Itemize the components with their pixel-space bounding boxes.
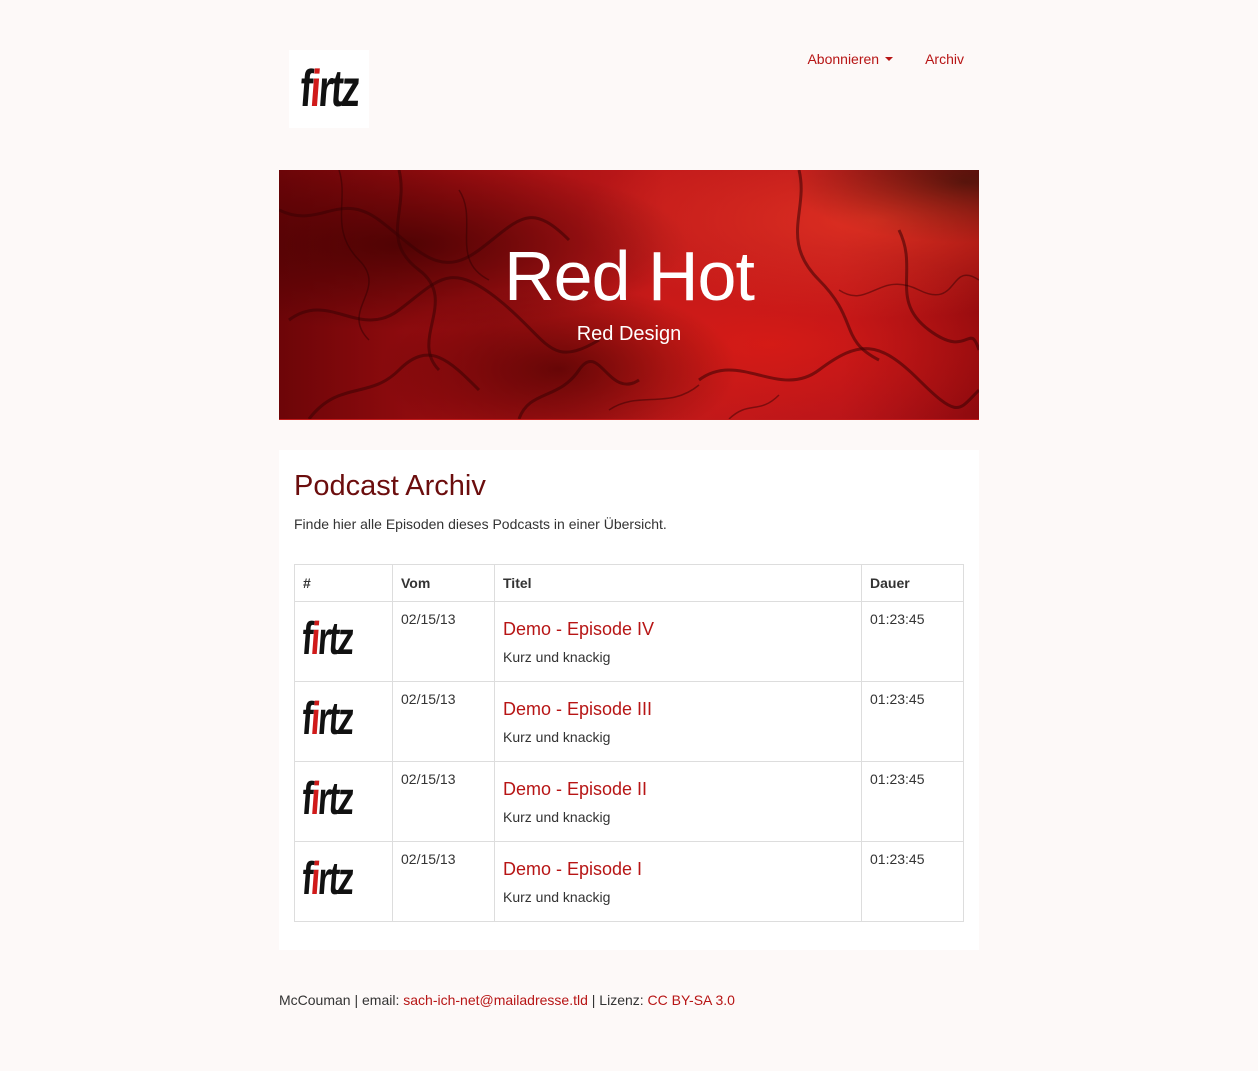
episode-info: Demo - Episode II Kurz und knackig <box>494 761 862 842</box>
hero-title: Red Hot <box>504 237 755 315</box>
footer-license-link[interactable]: CC BY-SA 3.0 <box>648 992 735 1008</box>
page-title: Podcast Archiv <box>294 470 486 502</box>
site-footer: McCouman | email: sach-ich-net@mailadres… <box>279 992 735 1008</box>
episode-subtitle: Kurz und knackig <box>503 729 611 745</box>
episode-subtitle: Kurz und knackig <box>503 649 611 665</box>
footer-email-link[interactable]: sach-ich-net@mailadresse.tld <box>403 992 588 1008</box>
episode-cover[interactable]: firtz <box>294 761 393 842</box>
caret-down-icon <box>885 57 894 61</box>
page-lead: Finde hier alle Episoden dieses Podcasts… <box>294 516 667 532</box>
episode-duration: 01:23:45 <box>861 761 964 842</box>
episode-cover[interactable]: firtz <box>294 841 393 922</box>
episode-title-link[interactable]: Demo - Episode III <box>503 699 853 720</box>
episode-subtitle: Kurz und knackig <box>503 809 611 825</box>
episode-table: # Vom Titel Dauer firtz 02/15/13 Demo - … <box>294 564 964 922</box>
column-header-title: Titel <box>494 564 862 602</box>
episode-date: 02/15/13 <box>392 761 495 842</box>
table-row: firtz 02/15/13 Demo - Episode IV Kurz un… <box>294 601 964 682</box>
table-row: firtz 02/15/13 Demo - Episode II Kurz un… <box>294 761 964 842</box>
episode-title-link[interactable]: Demo - Episode IV <box>503 619 853 640</box>
episode-date: 02/15/13 <box>392 681 495 762</box>
table-header-row: # Vom Titel Dauer <box>294 564 964 602</box>
nav-archive-link[interactable]: Archiv <box>925 51 964 67</box>
episode-info: Demo - Episode III Kurz und knackig <box>494 681 862 762</box>
episode-duration: 01:23:45 <box>861 841 964 922</box>
episode-subtitle: Kurz und knackig <box>503 889 611 905</box>
column-header-duration: Dauer <box>861 564 964 602</box>
hero-banner: Red Hot Red Design <box>279 170 979 420</box>
footer-license-label: | Lizenz: <box>591 992 644 1008</box>
archive-panel: Podcast Archiv Finde hier alle Episoden … <box>279 450 979 950</box>
hero-subtitle: Red Design <box>576 323 682 345</box>
logo-wordmark: firtz <box>297 60 361 118</box>
episode-date: 02/15/13 <box>392 601 495 682</box>
nav-subscribe-label: Abonnieren <box>807 51 880 67</box>
episode-cover[interactable]: firtz <box>294 681 393 762</box>
episode-cover-logo: firtz <box>300 692 355 744</box>
footer-author: McCouman <box>279 992 351 1008</box>
episode-title-link[interactable]: Demo - Episode II <box>503 779 853 800</box>
episode-date: 02/15/13 <box>392 841 495 922</box>
episode-info: Demo - Episode I Kurz und knackig <box>494 841 862 922</box>
episode-duration: 01:23:45 <box>861 601 964 682</box>
episode-cover-logo: firtz <box>300 612 355 664</box>
episode-title-link[interactable]: Demo - Episode I <box>503 859 853 880</box>
column-header-number: # <box>294 564 393 602</box>
site-logo[interactable]: firtz <box>289 50 369 128</box>
table-row: firtz 02/15/13 Demo - Episode III Kurz u… <box>294 681 964 762</box>
episode-duration: 01:23:45 <box>861 681 964 762</box>
column-header-date: Vom <box>392 564 495 602</box>
episode-cover[interactable]: firtz <box>294 601 393 682</box>
main-nav: Abonnieren Archiv <box>807 51 964 67</box>
episode-info: Demo - Episode IV Kurz und knackig <box>494 601 862 682</box>
nav-subscribe-dropdown[interactable]: Abonnieren <box>807 51 894 67</box>
footer-email-label: | email: <box>354 992 400 1008</box>
episode-cover-logo: firtz <box>300 852 355 904</box>
table-row: firtz 02/15/13 Demo - Episode I Kurz und… <box>294 841 964 922</box>
episode-cover-logo: firtz <box>300 772 355 824</box>
